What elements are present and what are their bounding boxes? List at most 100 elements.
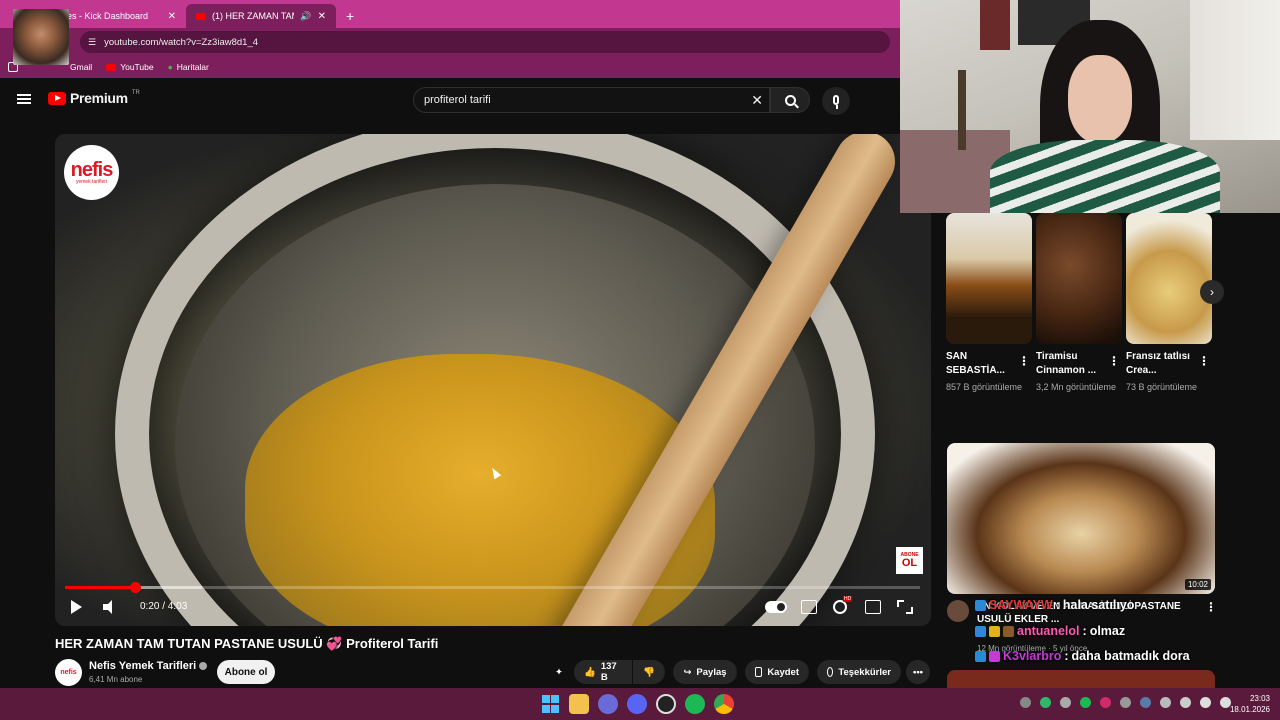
short-thumbnail[interactable] [1036, 213, 1122, 344]
steam-icon[interactable] [1140, 697, 1151, 708]
system-tray [1020, 697, 1231, 708]
taskbar-clock[interactable]: 23:03 18.01.2026 [1226, 693, 1270, 715]
save-label: Kaydet [767, 666, 799, 678]
search-button[interactable] [770, 87, 810, 113]
streamer-webcam-small [13, 9, 69, 65]
more-actions-button[interactable]: ••• [906, 660, 930, 684]
subtitles-icon[interactable] [801, 600, 817, 614]
short-item[interactable]: SAN SEBASTİA... 857 B görüntüleme ⋮ [946, 213, 1032, 395]
subscribe-watermark[interactable]: ABONE OL [896, 547, 923, 574]
subscribe-button[interactable]: Abone ol [217, 660, 275, 684]
speaker-icon[interactable]: 🔊 [300, 11, 311, 22]
bookmark-gmail[interactable]: Gmail [70, 62, 92, 72]
channel-name[interactable]: Nefis Yemek Tarifleri [89, 660, 208, 672]
youtube-logo[interactable]: Premium TR [48, 90, 140, 106]
maps-pin-icon: ● [167, 62, 173, 72]
bookmark-label: Haritalar [176, 62, 209, 72]
tray-icon[interactable] [1040, 697, 1051, 708]
new-tab-button[interactable]: + [336, 4, 364, 28]
tab-youtube-video[interactable]: (1) HER ZAMAN TAM TUTAN 🔊 ✕ [186, 4, 336, 28]
play-icon[interactable] [69, 598, 83, 616]
short-title[interactable]: Fransız tatlısı Crea... [1126, 350, 1200, 378]
short-views: 3,2 Mn görüntüleme [1036, 382, 1117, 392]
progress-bar[interactable] [65, 582, 920, 593]
short-thumbnail[interactable] [1126, 213, 1212, 344]
tray-icon[interactable] [1120, 697, 1131, 708]
sparkle-icon: ✦ [555, 666, 563, 678]
more-options-icon[interactable]: ⋮ [1018, 354, 1030, 368]
screen: Badges - Kick Dashboard ✕ (1) HER ZAMAN … [0, 0, 1280, 720]
tray-icon[interactable] [1160, 697, 1171, 708]
youtube-play-logo-icon [48, 91, 66, 105]
taskbar-apps [540, 694, 734, 714]
dislike-button[interactable]: 👎 [633, 660, 665, 684]
more-options-icon[interactable]: ⋮ [1108, 354, 1120, 368]
address-bar[interactable]: ☰ youtube.com/watch?v=Zz3iaw8d1_4 [80, 31, 890, 53]
person-shirt [990, 140, 1220, 213]
bookmark-label: YouTube [120, 62, 154, 72]
address-bar-row: ☰ youtube.com/watch?v=Zz3iaw8d1_4 [0, 28, 900, 56]
video-title-text: HER ZAMAN TAM TUTAN PASTANE USULÜ [55, 636, 323, 651]
chrome-icon[interactable] [714, 694, 734, 714]
short-item[interactable]: Fransız tatlısı Crea... 73 B görüntüleme… [1126, 213, 1212, 395]
more-icon: ••• [913, 666, 923, 678]
recommended-thumbnail-next[interactable] [947, 670, 1215, 688]
spotify-tray-icon[interactable] [1080, 697, 1091, 708]
theater-mode-icon[interactable] [865, 600, 881, 614]
voice-search-button[interactable] [822, 87, 850, 115]
thanks-button[interactable]: Teşekkürler [817, 660, 901, 684]
tray-icon[interactable] [1060, 697, 1071, 708]
video-player[interactable]: nefis yemek tarifleri ABONE OL 0:20 / 4:… [55, 134, 931, 626]
short-title[interactable]: Tiramisu Cinnamon ... [1036, 350, 1110, 378]
file-explorer-icon[interactable] [569, 694, 589, 714]
chat-text: olmaz [1089, 624, 1126, 638]
more-options-icon[interactable]: ⋮ [1198, 354, 1210, 368]
chat-text: : [1082, 624, 1087, 638]
search-input[interactable]: profiterol tarifi ✕ [413, 87, 770, 113]
channel-avatar[interactable]: nefis [55, 659, 82, 686]
autoplay-toggle[interactable] [765, 601, 787, 613]
streamer-webcam [900, 0, 1280, 213]
settings-gear-icon[interactable] [833, 600, 847, 614]
short-thumbnail[interactable] [946, 213, 1032, 344]
spotify-icon[interactable] [685, 694, 705, 714]
scrubber-handle[interactable] [130, 582, 142, 593]
wall-poster [980, 0, 1010, 50]
short-item[interactable]: Tiramisu Cinnamon ... 3,2 Mn görüntüleme… [1036, 213, 1122, 395]
volume-icon[interactable] [103, 600, 117, 614]
channel-name-text: Nefis Yemek Tarifleri [89, 660, 197, 672]
microphone-tray-icon[interactable] [1180, 697, 1191, 708]
recommended-thumbnail[interactable]: 10:02 [947, 443, 1215, 594]
shelf-next-button[interactable]: › [1200, 280, 1224, 304]
close-tab-icon[interactable]: ✕ [168, 11, 176, 22]
clear-search-icon[interactable]: ✕ [751, 92, 763, 109]
save-button[interactable]: Kaydet [745, 660, 809, 684]
close-tab-icon[interactable]: ✕ [318, 11, 326, 22]
more-options-icon[interactable]: ⋮ [1205, 600, 1217, 614]
chat-badge-icon [975, 650, 986, 662]
search-icon [784, 94, 796, 106]
short-title[interactable]: SAN SEBASTİA... [946, 350, 1020, 378]
like-button[interactable]: 👍 137 B [574, 660, 632, 684]
network-icon[interactable] [1200, 697, 1211, 708]
recommended-channel-avatar[interactable] [947, 600, 969, 622]
site-info-icon[interactable]: ☰ [88, 37, 96, 48]
person-face [1068, 55, 1132, 143]
obs-icon[interactable] [656, 694, 676, 714]
tray-icon[interactable] [1020, 697, 1031, 708]
tray-icon[interactable] [1100, 697, 1111, 708]
chat-badge-icon [975, 599, 986, 611]
bookmark-youtube[interactable]: YouTube [106, 62, 154, 72]
url-text: youtube.com/watch?v=Zz3iaw8d1_4 [104, 36, 259, 48]
share-button[interactable]: ↪ Paylaş [673, 660, 737, 684]
menu-icon[interactable] [17, 94, 31, 104]
bookmark-maps[interactable]: ● Haritalar [168, 62, 209, 72]
watermark-subtext: yemek tarifleri [75, 178, 108, 185]
start-windows-icon[interactable] [540, 694, 560, 714]
played-bar [65, 586, 136, 589]
bookmark-label: Gmail [70, 62, 93, 72]
discord-icon[interactable] [627, 694, 647, 714]
app-icon[interactable] [598, 694, 618, 714]
fullscreen-icon[interactable] [897, 600, 913, 614]
ask-ai-button[interactable]: ✦ [548, 660, 570, 684]
